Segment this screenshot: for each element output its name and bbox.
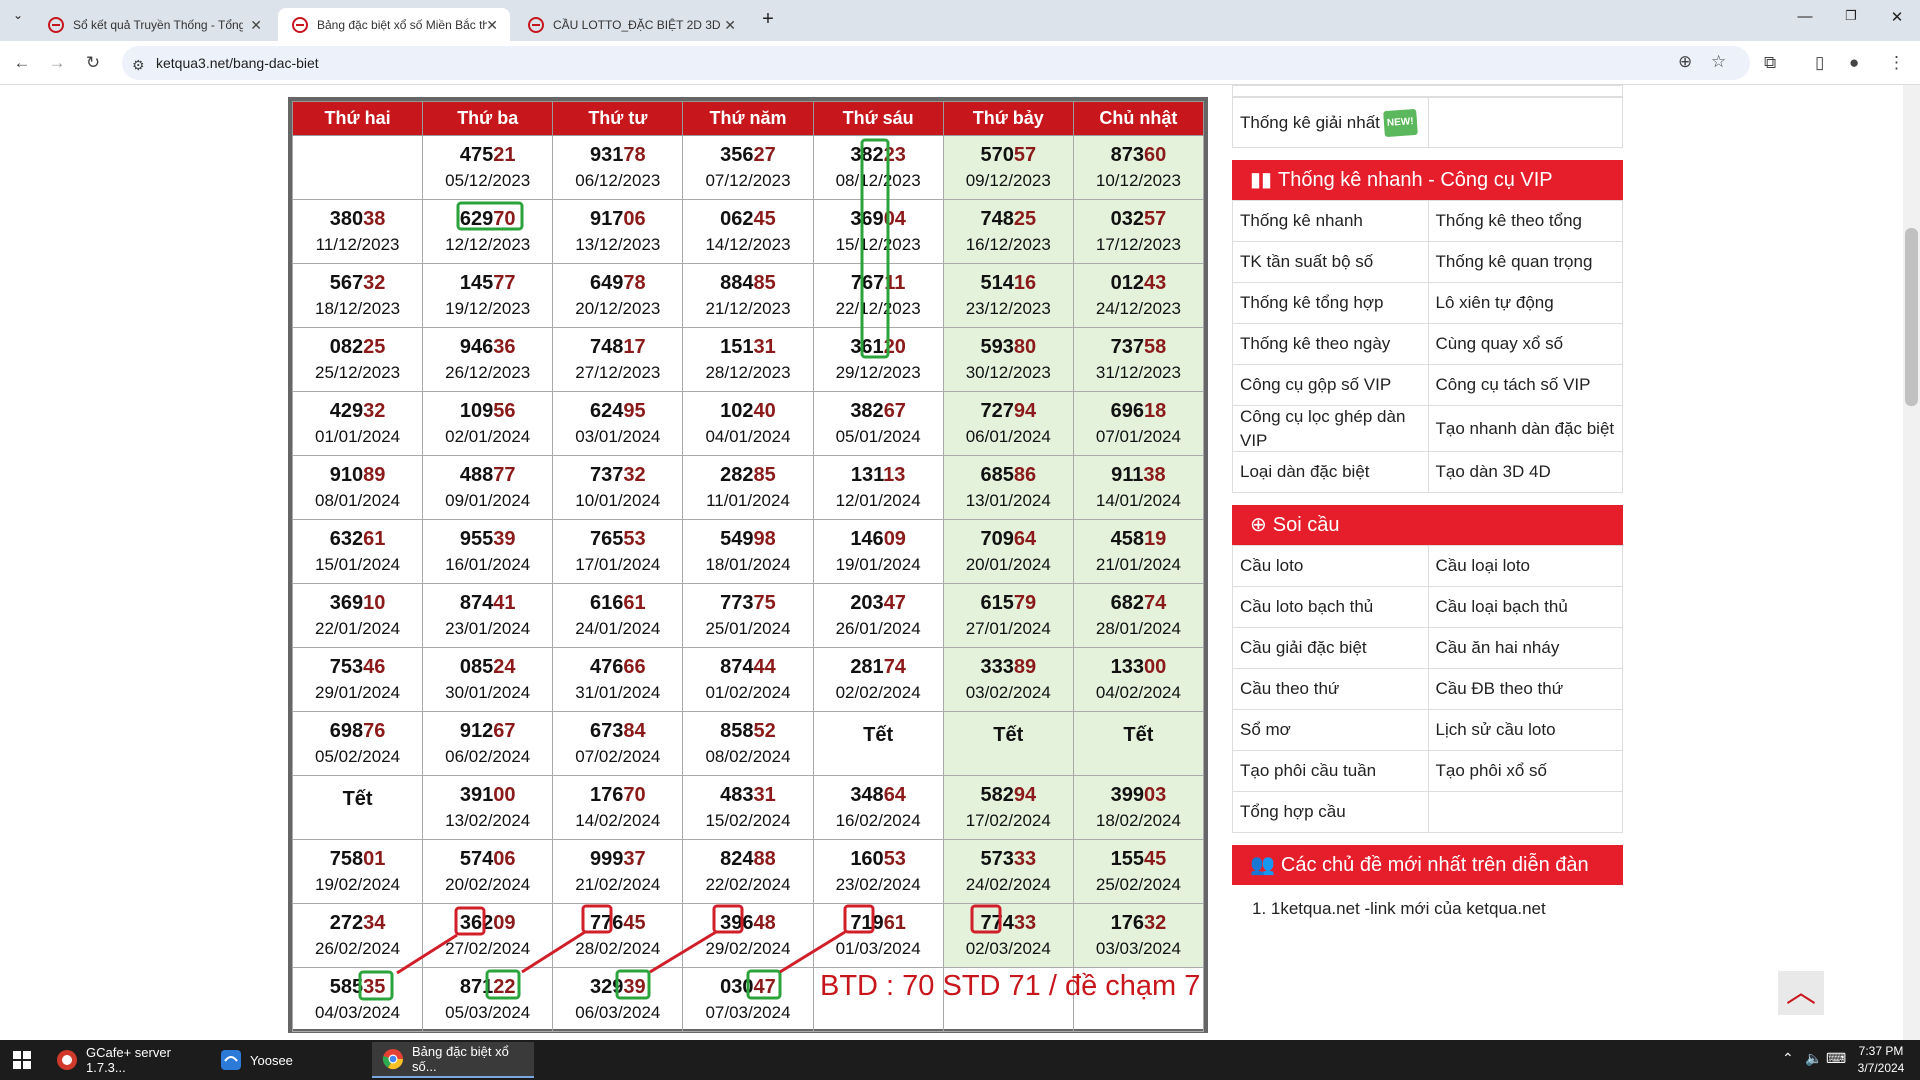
- sidebar-link[interactable]: Cùng quay xổ số: [1427, 324, 1623, 364]
- taskbar-app-label: Yoosee: [250, 1052, 293, 1068]
- sidebar-link[interactable]: Cầu giải đặc biệt: [1233, 628, 1428, 668]
- users-icon: 👥: [1250, 854, 1275, 876]
- sidebar-link[interactable]: Công cụ lọc ghép dàn VIP: [1233, 406, 1428, 451]
- sidebar-link[interactable]: Cầu ĐB theo thứ: [1427, 669, 1623, 709]
- red-connector-line: [779, 930, 846, 974]
- sidebar-link[interactable]: Thống kê theo tổng: [1427, 201, 1623, 241]
- sidebar-row: Cầu theo thứ Cầu ĐB theo thứ: [1233, 668, 1622, 709]
- sidebar-link[interactable]: Tổng hợp cầu: [1233, 792, 1428, 832]
- taskbar-app-gcafe[interactable]: GCafe+ server 1.7.3...: [56, 1042, 206, 1078]
- chrome-icon: [382, 1049, 404, 1070]
- sidebar-row: Công cụ gộp số VIP Công cụ tách số VIP: [1233, 364, 1622, 405]
- sidebar-link[interactable]: Công cụ tách số VIP: [1427, 365, 1623, 405]
- sidebar-row: Công cụ lọc ghép dàn VIP Tạo nhanh dàn đặ…: [1233, 405, 1622, 451]
- gcafe-icon: [57, 1050, 77, 1070]
- sidebar-link[interactable]: Loại dàn đặc biệt: [1233, 452, 1428, 492]
- sidebar-row: Sổ mơ Lịch sử cầu loto: [1233, 709, 1622, 750]
- taskbar: GCafe+ server 1.7.3... Yoosee Bảng đặc b…: [0, 1040, 1920, 1080]
- taskbar-app-label: Bảng đặc biệt xổ số...: [412, 1044, 509, 1074]
- sidebar-row: Thống kê nhanh Thống kê theo tổng: [1233, 200, 1622, 241]
- sidebar-link[interactable]: Thống kê tổng hợp: [1233, 283, 1428, 323]
- bar-chart-icon: ▮▮: [1250, 169, 1273, 191]
- sidebar-section-body: Cầu loto Cầu loại loto Cầu loto bạch thủ Cầ…: [1232, 545, 1623, 833]
- sidebar-row: TK tần suất bộ số Thống kê quan trọng: [1233, 241, 1622, 282]
- clock-date: 3/7/2024: [1857, 1061, 1905, 1075]
- sidebar: Thống kê giải nhất NEW! ▮▮ Thống kê nhanh …: [1232, 85, 1623, 933]
- sidebar-row: Tổng hợp cầu: [1233, 791, 1622, 832]
- scroll-top-button[interactable]: ︿: [1778, 971, 1824, 1015]
- sidebar-section-title: Thống kê nhanh - Công cụ VIP: [1278, 169, 1553, 191]
- sidebar-section-header: 👥 Các chủ đề mới nhất trên diễn đàn: [1232, 845, 1623, 885]
- sidebar-item-giai-nhat[interactable]: Thống kê giải nhất NEW!: [1233, 98, 1428, 147]
- sidebar-link[interactable]: Tạo dàn 3D 4D: [1427, 452, 1623, 492]
- sidebar-link[interactable]: Tạo phôi xổ số: [1427, 751, 1623, 791]
- tray-chevron-icon[interactable]: ⌃: [1782, 1050, 1794, 1067]
- red-marker-box: [970, 904, 1002, 934]
- red-marker-box: [712, 904, 744, 934]
- sidebar-section-header: ⊕ Soi cầu: [1232, 505, 1623, 545]
- green-marker-vertical: [860, 138, 890, 359]
- green-marker-box: [485, 969, 521, 1000]
- network-icon[interactable]: ⌨: [1826, 1050, 1846, 1067]
- taskbar-app-chrome[interactable]: Bảng đặc biệt xổ số...: [372, 1042, 534, 1078]
- sidebar-section-title: Các chủ đề mới nhất trên diễn đàn: [1280, 854, 1589, 876]
- yoosee-icon: [221, 1050, 241, 1070]
- sidebar-link[interactable]: Tạo phôi cầu tuần: [1233, 751, 1428, 791]
- taskbar-app-label: GCafe+ server 1.7.3...: [86, 1045, 171, 1075]
- red-marker-box: [454, 906, 486, 936]
- sidebar-link[interactable]: Công cụ gộp số VIP: [1233, 365, 1428, 405]
- forum-item[interactable]: 1. 1ketqua.net -link mới của ketqua.net: [1232, 885, 1623, 933]
- sidebar-section-body: Thống kê nhanh Thống kê theo tổng TK tần s…: [1232, 200, 1623, 493]
- sidebar-link[interactable]: Lô xiên tự động: [1427, 283, 1623, 323]
- red-connector-line: [396, 933, 458, 975]
- taskbar-app-yoosee[interactable]: Yoosee: [220, 1042, 360, 1078]
- sidebar-row: Tạo phôi cầu tuần Tạo phôi xổ số: [1233, 750, 1622, 791]
- sidebar-item-label: Thống kê giải nhất: [1240, 112, 1380, 132]
- red-marker-box: [581, 904, 613, 934]
- windows-start-icon[interactable]: [13, 1051, 31, 1069]
- sidebar-section-title: Soi cầu: [1272, 514, 1340, 536]
- sidebar-link[interactable]: Cầu ăn hai nháy: [1427, 628, 1623, 668]
- sidebar-top-fragment: [1232, 85, 1623, 97]
- sidebar-link[interactable]: Thống kê quan trọng: [1427, 242, 1623, 282]
- sidebar-link[interactable]: Tạo nhanh dàn đặc biệt: [1427, 406, 1623, 451]
- annotation-overlay: [358, 138, 1002, 1001]
- sidebar-link[interactable]: TK tần suất bộ số: [1233, 242, 1428, 282]
- sidebar-row: Loại dàn đặc biệt Tạo dàn 3D 4D: [1233, 451, 1622, 492]
- green-marker-box: [746, 969, 782, 1000]
- green-marker-box: [615, 969, 651, 1000]
- red-connector-line: [649, 930, 717, 974]
- sidebar-sections: ▮▮ Thống kê nhanh - Công cụ VIP Thống kê n…: [1232, 160, 1623, 885]
- sidebar-link[interactable]: Cầu loto: [1233, 546, 1428, 586]
- scrollbar-thumb[interactable]: [1905, 228, 1918, 406]
- new-badge: NEW!: [1383, 108, 1418, 137]
- sidebar-row: Thống kê theo ngày Cùng quay xổ số: [1233, 323, 1622, 364]
- sidebar-link[interactable]: Lịch sử cầu loto: [1427, 710, 1623, 750]
- green-marker-box: [456, 201, 524, 231]
- sidebar-link[interactable]: Sổ mơ: [1233, 710, 1428, 750]
- annotation-text: BTD : 70 STD 71 / đề chạm 7: [820, 970, 1201, 1002]
- sidebar-link[interactable]: Thống kê nhanh: [1233, 201, 1428, 241]
- sidebar-empty-cell: [1427, 98, 1623, 147]
- sidebar-top-block: Thống kê giải nhất NEW!: [1232, 97, 1623, 148]
- sidebar-row: Cầu giải đặc biệt Cầu ăn hai nháy: [1233, 627, 1622, 668]
- sidebar-row: Cầu loto Cầu loại loto: [1233, 545, 1622, 586]
- sidebar-link[interactable]: Cầu theo thứ: [1233, 669, 1428, 709]
- clock-time: 7:37 PM: [1858, 1044, 1904, 1058]
- green-marker-box: [358, 970, 394, 1001]
- search-icon: ⊕: [1250, 514, 1267, 536]
- taskbar-clock[interactable]: 7:37 PM 3/7/2024: [1849, 1043, 1913, 1077]
- volume-icon[interactable]: 🔈: [1805, 1050, 1822, 1067]
- sidebar-link[interactable]: Thống kê theo ngày: [1233, 324, 1428, 364]
- sidebar-section-header: ▮▮ Thống kê nhanh - Công cụ VIP: [1232, 160, 1623, 200]
- sidebar-row: Cầu loto bạch thủ Cầu loại bạch thủ: [1233, 586, 1622, 627]
- sidebar-link[interactable]: Cầu loto bạch thủ: [1233, 587, 1428, 627]
- sidebar-row: Thống kê tổng hợp Lô xiên tự động: [1233, 282, 1622, 323]
- red-connector-line: [521, 930, 586, 974]
- sidebar-link[interactable]: Cầu loại loto: [1427, 546, 1623, 586]
- chevron-up-icon: ︿: [1786, 976, 1816, 1009]
- red-marker-box: [843, 904, 875, 934]
- sidebar-link[interactable]: Cầu loại bạch thủ: [1427, 587, 1623, 627]
- sidebar-link: [1427, 792, 1623, 832]
